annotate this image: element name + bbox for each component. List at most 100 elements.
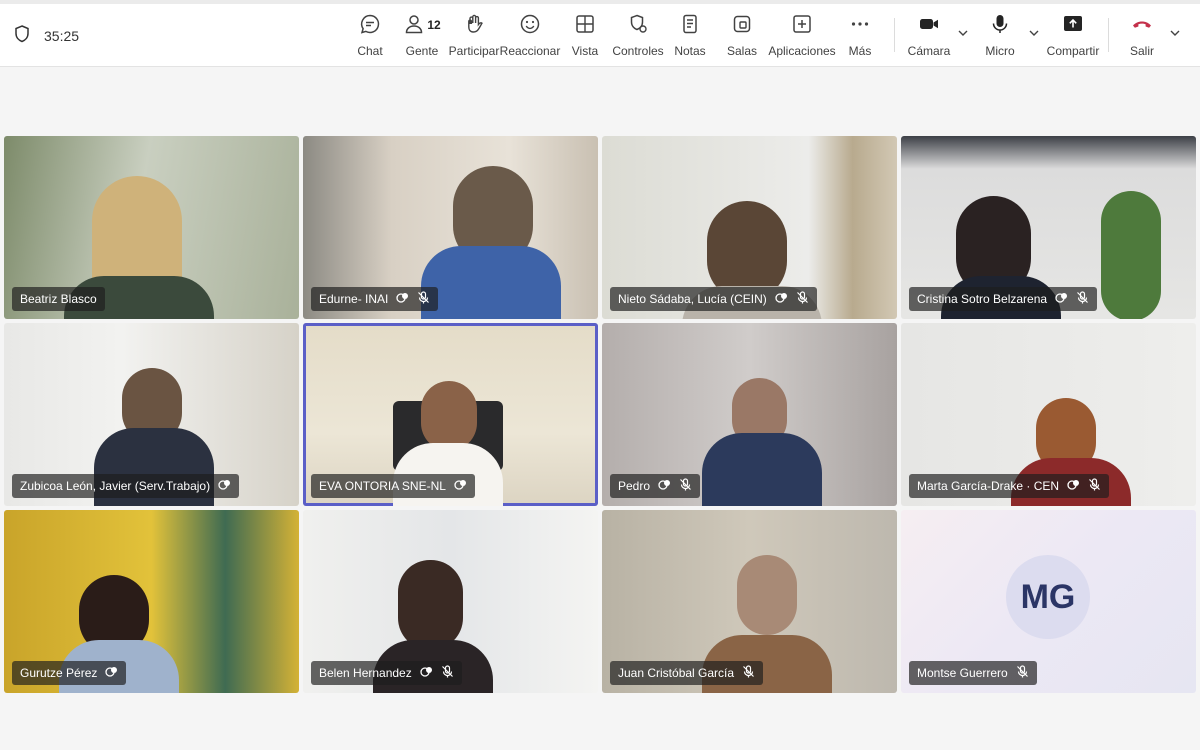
camera-icon [918, 13, 940, 38]
participant-tile[interactable]: Juan Cristóbal García [602, 510, 897, 693]
people-count: 12 [427, 18, 441, 32]
share-label: Compartir [1046, 44, 1100, 58]
mic-off-icon [417, 291, 430, 307]
participant-video-body [421, 246, 561, 319]
participant-tile[interactable]: Edurne- INAI [303, 136, 598, 319]
participant-name-bar: Cristina Sotro Belzarena [909, 287, 1098, 311]
participant-video [737, 555, 797, 635]
meeting-toolbar: 35:25 Chat 12 Gente Participar Reacciona… [0, 0, 1200, 67]
camera-options-chevron-down-icon[interactable] [956, 26, 970, 40]
participant-name: Pedro [618, 479, 651, 493]
more-button[interactable]: Más [846, 12, 874, 62]
apps-label: Aplicaciones [768, 44, 836, 58]
react-button[interactable]: Reaccionar [500, 12, 560, 62]
react-label: Reaccionar [499, 44, 561, 58]
leave-button[interactable]: Salir [1126, 12, 1158, 62]
participant-name-bar: Juan Cristóbal García [610, 661, 764, 685]
breakout-rooms-icon [731, 13, 753, 38]
participant-tile[interactable]: Beatriz Blasco [4, 136, 299, 319]
notes-icon [679, 13, 701, 38]
participant-name-bar: Zubicoa León, Javier (Serv.Trabajo) [12, 474, 240, 498]
mic-off-icon [679, 478, 692, 494]
leave-options-chevron-down-icon[interactable] [1168, 26, 1182, 40]
participant-name-bar: Belen Hernandez [311, 661, 462, 685]
participant-name: Belen Hernandez [319, 666, 412, 680]
leave-label: Salir [1129, 44, 1154, 58]
mic-off-icon [1088, 478, 1101, 494]
participant-name: Gurutze Pérez [20, 666, 98, 680]
mic-label: Micro [985, 44, 1015, 58]
mic-off-icon [742, 665, 755, 681]
reaction-icon [1067, 478, 1080, 494]
mic-off-icon [441, 665, 454, 681]
camera-button[interactable]: Cámara [908, 12, 950, 62]
more-icon [849, 13, 871, 38]
participant-name-bar: Beatriz Blasco [12, 287, 105, 311]
participant-tile[interactable]: Marta García-Drake · CEN [901, 323, 1196, 506]
controls-label: Controles [612, 44, 664, 58]
participant-name-bar: Marta García-Drake · CEN [909, 474, 1110, 498]
people-label: Gente [405, 44, 439, 58]
participant-tile[interactable]: Belen Hernandez [303, 510, 598, 693]
grid-view-icon [574, 13, 596, 38]
toolbar-divider [1108, 18, 1109, 52]
participant-name: Edurne- INAI [319, 292, 389, 306]
participant-tile[interactable]: Nieto Sádaba, Lucía (CEIN) [602, 136, 897, 319]
participant-name: Juan Cristóbal García [618, 666, 735, 680]
controls-button[interactable]: Controles [612, 12, 664, 62]
participant-video [421, 381, 477, 451]
toolbar-divider [894, 18, 895, 52]
participant-video [92, 176, 182, 286]
reaction-icon [658, 478, 671, 494]
participant-tile[interactable]: MG Montse Guerrero [901, 510, 1196, 693]
participant-tile[interactable]: Gurutze Pérez [4, 510, 299, 693]
view-button[interactable]: Vista [568, 12, 602, 62]
chat-label: Chat [357, 44, 383, 58]
participant-name-bar: Pedro [610, 474, 701, 498]
emoji-icon [519, 13, 541, 38]
mic-off-icon [1016, 665, 1029, 681]
share-screen-icon [1062, 13, 1084, 38]
participant-name: EVA ONTORIA SNE-NL [319, 479, 446, 493]
mic-off-icon [796, 291, 809, 307]
notes-button[interactable]: Notas [674, 12, 706, 62]
mic-options-chevron-down-icon[interactable] [1027, 26, 1041, 40]
raise-hand-button[interactable]: Participar [449, 12, 499, 62]
elapsed-time: 35:25 [44, 27, 80, 44]
hang-up-icon [1131, 13, 1153, 38]
participant-name-bar: EVA ONTORIA SNE-NL [311, 474, 475, 498]
raise-hand-label: Participar [448, 44, 500, 58]
apps-button[interactable]: Aplicaciones [768, 12, 836, 62]
share-button[interactable]: Compartir [1046, 12, 1100, 62]
participant-tile[interactable]: Zubicoa León, Javier (Serv.Trabajo) [4, 323, 299, 506]
participant-tile[interactable]: Pedro [602, 323, 897, 506]
people-icon [403, 13, 425, 38]
participant-name: Cristina Sotro Belzarena [917, 292, 1048, 306]
participant-name: Marta García-Drake · CEN [917, 479, 1060, 493]
camera-label: Cámara [907, 44, 951, 58]
people-button[interactable]: 12 Gente [402, 12, 442, 62]
view-label: Vista [571, 44, 599, 58]
participant-tile-active-speaker[interactable]: EVA ONTORIA SNE-NL [303, 323, 598, 506]
avatar: MG [1006, 555, 1090, 639]
participant-name: Beatriz Blasco [20, 292, 97, 306]
raise-hand-icon [463, 13, 485, 38]
participant-name-bar: Edurne- INAI [311, 287, 439, 311]
participant-tile[interactable]: Cristina Sotro Belzarena [901, 136, 1196, 319]
mic-button[interactable]: Micro [982, 12, 1018, 62]
meeting-timer: 35:25 [12, 24, 79, 47]
more-label: Más [848, 44, 872, 58]
reaction-icon [105, 665, 118, 681]
participant-video-body [702, 433, 822, 506]
mic-off-icon [1076, 291, 1089, 307]
participant-name: Nieto Sádaba, Lucía (CEIN) [618, 292, 767, 306]
participant-video [398, 560, 463, 650]
add-app-icon [791, 13, 813, 38]
participant-name-bar: Montse Guerrero [909, 661, 1037, 685]
chat-button[interactable]: Chat [352, 12, 388, 62]
rooms-button[interactable]: Salas [726, 12, 758, 62]
reaction-icon [1055, 291, 1068, 307]
reaction-icon [218, 478, 231, 494]
participant-name-bar: Nieto Sádaba, Lucía (CEIN) [610, 287, 817, 311]
shield-gear-icon [627, 13, 649, 38]
